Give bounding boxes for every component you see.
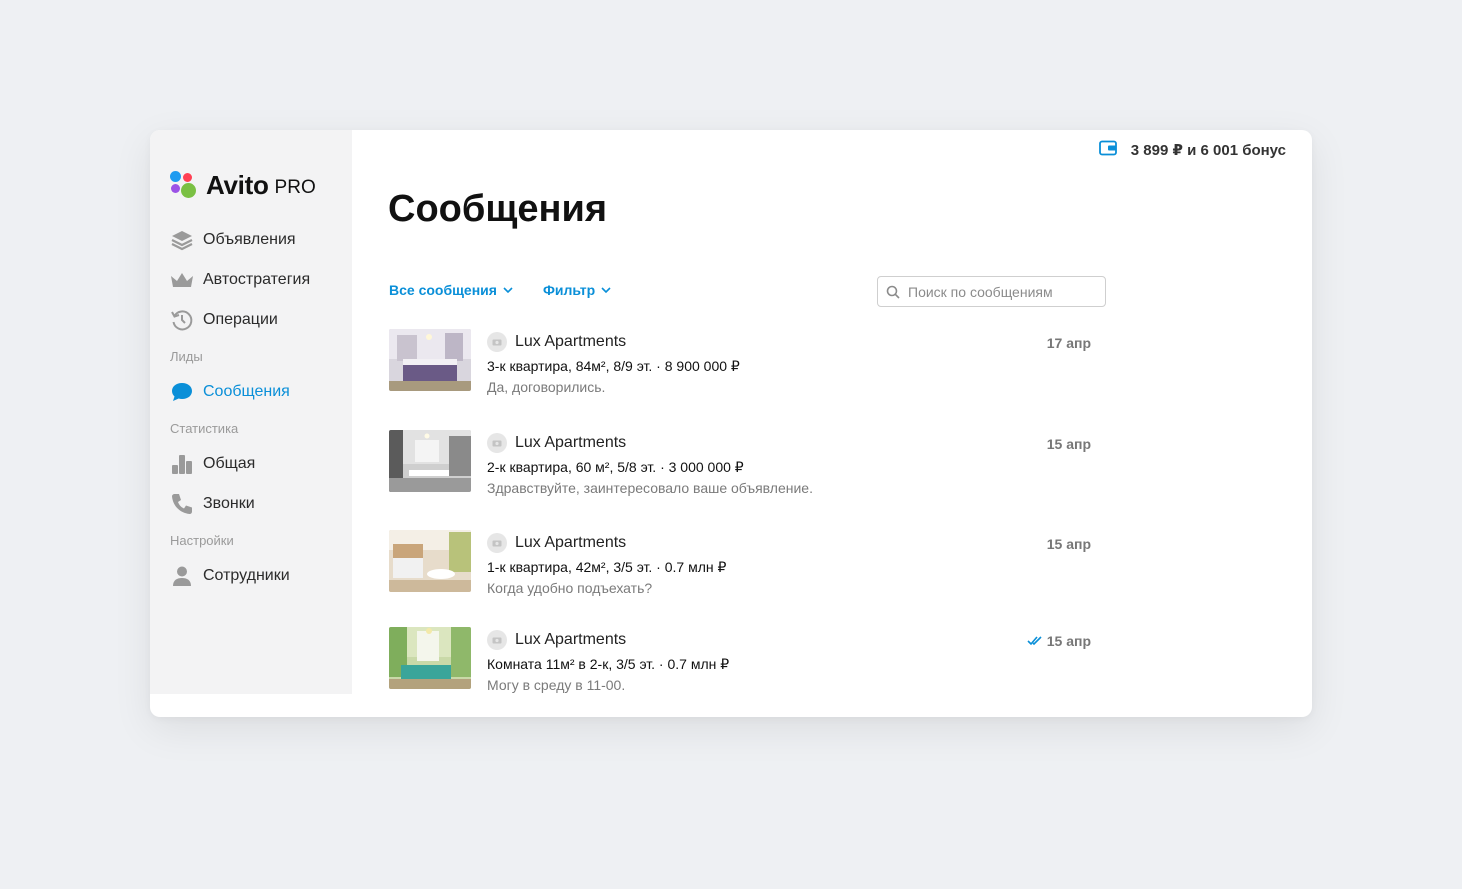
listing-info: 3-к квартира, 84м², 8/9 эт. · 8 900 000 … <box>487 358 740 374</box>
message-date: 15 апр <box>1027 633 1091 649</box>
sidebar-item-label: Объявления <box>203 231 296 248</box>
sender-name: Lux Apartments <box>515 434 627 451</box>
sender-name: Lux Apartments <box>515 631 627 648</box>
main-content: 3 899 ₽ и 6 001 бонус Сообщения Все сооб… <box>352 130 1312 717</box>
sender: Lux Apartments <box>487 332 626 352</box>
message-preview: Да, договорились. <box>487 379 606 395</box>
listing-info: 1-к квартира, 42м², 3/5 эт. · 0.7 млн ₽ <box>487 559 727 575</box>
sidebar-item-operations[interactable]: Операции <box>170 300 350 340</box>
section-settings: Настройки <box>170 532 234 548</box>
history-icon <box>170 308 194 332</box>
logo-pro-label: PRO <box>274 176 316 198</box>
avatar <box>487 533 507 553</box>
logo-brand: Avito <box>206 170 269 200</box>
sidebar-item-listings[interactable]: Объявления <box>170 220 350 260</box>
layers-icon <box>170 228 194 252</box>
sidebar-item-employees[interactable]: Сотрудники <box>170 556 350 596</box>
date-text: 17 апр <box>1046 335 1091 351</box>
sender: Lux Apartments <box>487 630 626 650</box>
message-preview: Здравствуйте, заинтересовало ваше объявл… <box>487 480 813 496</box>
chevron-down-icon <box>601 287 611 293</box>
list-item[interactable]: Lux Apartments 1-к квартира, 42м², 3/5 э… <box>389 530 1091 600</box>
sender-name: Lux Apartments <box>515 333 627 350</box>
sender: Lux Apartments <box>487 533 626 553</box>
filter-dropdown[interactable]: Фильтр <box>543 282 611 298</box>
balance-text: 3 899 ₽ и 6 001 бонус <box>1130 142 1286 159</box>
sidebar: Avito PRO Объявления Автостратегия Опера… <box>150 130 352 694</box>
page-title: Сообщения <box>388 188 608 230</box>
search-input[interactable] <box>908 283 1098 300</box>
sidebar-item-messages[interactable]: Сообщения <box>170 372 350 412</box>
date-text: 15 апр <box>1046 536 1091 552</box>
wallet-icon <box>1098 140 1117 160</box>
app-window: Avito PRO Объявления Автостратегия Опера… <box>150 130 1312 717</box>
sidebar-nav: Объявления Автостратегия Операции Лиды С <box>170 220 350 596</box>
listing-info: 2-к квартира, 60 м², 5/8 эт. · 3 000 000… <box>487 459 744 475</box>
sidebar-item-label: Автостратегия <box>203 271 311 288</box>
message-date: 15 апр <box>1047 436 1091 452</box>
sender: Lux Apartments <box>487 433 626 453</box>
filter-label: Фильтр <box>542 282 596 298</box>
section-leads: Лиды <box>170 348 203 364</box>
user-icon <box>170 564 194 588</box>
message-date: 15 апр <box>1047 536 1091 552</box>
crown-icon <box>170 268 194 292</box>
list-item[interactable]: Lux Apartments 3-к квартира, 84м², 8/9 э… <box>389 329 1091 399</box>
message-preview: Когда удобно подъехать? <box>487 580 653 596</box>
listing-info: Комната 11м² в 2-к, 3/5 эт. · 0.7 млн ₽ <box>487 656 730 672</box>
camera-icon <box>492 339 502 346</box>
avito-pro-logo[interactable]: Avito PRO <box>170 170 316 201</box>
logo-dots-icon <box>170 170 200 201</box>
date-text: 15 апр <box>1046 436 1091 452</box>
sidebar-item-label: Звонки <box>203 495 255 512</box>
chevron-down-icon <box>503 287 513 293</box>
camera-icon <box>492 637 502 644</box>
avatar <box>487 433 507 453</box>
list-item[interactable]: Lux Apartments Комната 11м² в 2-к, 3/5 э… <box>389 627 1091 697</box>
list-item[interactable]: Lux Apartments 2-к квартира, 60 м², 5/8 … <box>389 430 1091 500</box>
section-statistics: Статистика <box>170 420 239 436</box>
date-text: 15 апр <box>1046 633 1091 649</box>
chat-bubble-icon <box>170 380 194 404</box>
filters-bar: Все сообщения Фильтр <box>389 282 641 298</box>
message-search[interactable] <box>877 276 1106 307</box>
phone-icon <box>170 492 194 516</box>
double-check-icon <box>1027 636 1042 646</box>
sender-name: Lux Apartments <box>515 534 627 551</box>
avatar <box>487 630 507 650</box>
search-icon <box>886 285 900 299</box>
sidebar-item-label: Сотрудники <box>203 567 290 584</box>
sidebar-item-autostrategy[interactable]: Автостратегия <box>170 260 350 300</box>
avatar <box>487 332 507 352</box>
sidebar-item-calls[interactable]: Звонки <box>170 484 350 524</box>
listing-photo <box>389 329 471 391</box>
camera-icon <box>492 540 502 547</box>
camera-icon <box>492 440 502 447</box>
message-date: 17 апр <box>1047 335 1091 351</box>
sidebar-item-label: Операции <box>203 311 278 328</box>
balance[interactable]: 3 899 ₽ и 6 001 бонус <box>1098 140 1286 160</box>
bar-chart-icon <box>170 452 194 476</box>
all-messages-label: Все сообщения <box>389 282 497 298</box>
listing-photo <box>389 430 471 492</box>
sidebar-item-label: Общая <box>203 455 256 472</box>
listing-photo <box>389 627 471 689</box>
sidebar-item-label: Сообщения <box>203 383 290 400</box>
message-preview: Могу в среду в 11-00. <box>487 677 626 693</box>
listing-photo <box>389 530 471 592</box>
sidebar-item-general[interactable]: Общая <box>170 444 350 484</box>
all-messages-dropdown[interactable]: Все сообщения <box>389 282 513 298</box>
